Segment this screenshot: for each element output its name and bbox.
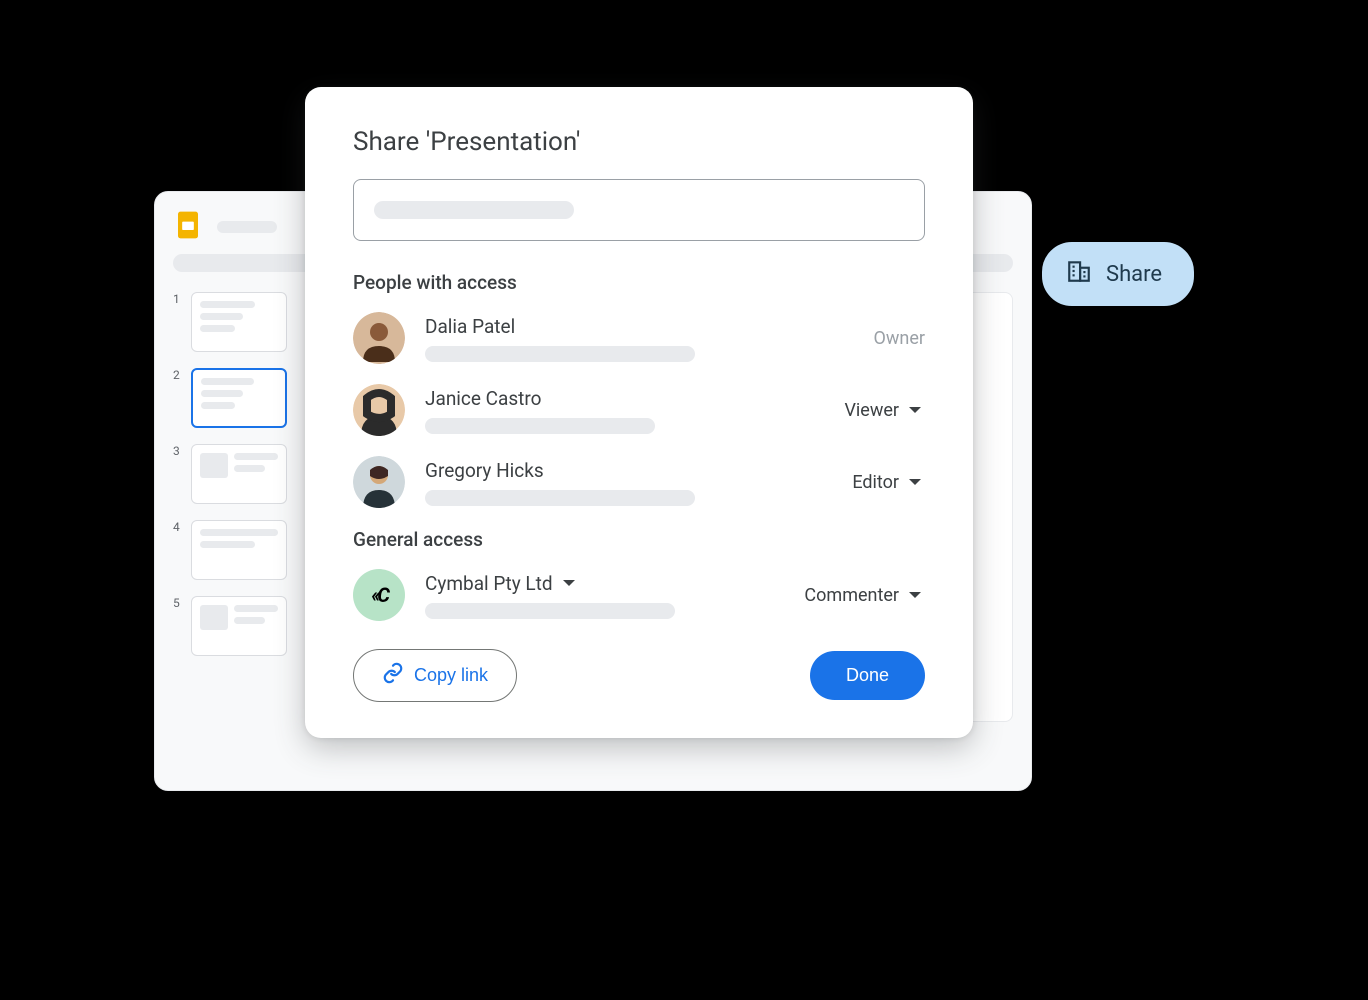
chevron-down-icon [909, 592, 921, 598]
chevron-down-icon [909, 407, 921, 413]
avatar [353, 456, 405, 508]
link-icon [382, 662, 404, 689]
role-dropdown[interactable]: Editor [848, 466, 925, 499]
person-row: Gregory Hicks Editor [353, 456, 925, 508]
org-desc-placeholder [425, 603, 675, 619]
slide-thumbnail[interactable]: 2 [173, 368, 287, 428]
person-row: Janice Castro Viewer [353, 384, 925, 436]
org-scope-dropdown[interactable]: Cymbal Pty Ltd [425, 572, 780, 595]
people-with-access-heading: People with access [353, 271, 925, 294]
share-button-chip[interactable]: Share [1042, 242, 1194, 306]
add-people-input[interactable] [353, 179, 925, 241]
dialog-title: Share 'Presentation' [353, 127, 925, 157]
person-name: Gregory Hicks [425, 459, 828, 482]
org-avatar: ‹‹C [353, 569, 405, 621]
person-name: Janice Castro [425, 387, 820, 410]
avatar [353, 384, 405, 436]
chevron-down-icon [563, 580, 575, 586]
slide-thumbnails: 1 2 3 4 5 [173, 292, 287, 722]
role-dropdown[interactable]: Commenter [800, 579, 925, 612]
person-email-placeholder [425, 418, 655, 434]
general-access-heading: General access [353, 528, 925, 551]
slide-thumbnail[interactable]: 4 [173, 520, 287, 580]
slide-thumbnail[interactable]: 3 [173, 444, 287, 504]
person-row: Dalia Patel Owner [353, 312, 925, 364]
role-dropdown[interactable]: Viewer [840, 394, 925, 427]
input-placeholder [374, 201, 574, 219]
slides-logo-icon [173, 210, 203, 244]
slide-thumbnail[interactable]: 1 [173, 292, 287, 352]
chevron-down-icon [909, 479, 921, 485]
copy-link-button[interactable]: Copy link [353, 649, 517, 702]
building-icon [1066, 258, 1092, 290]
done-button[interactable]: Done [810, 651, 925, 700]
share-dialog: Share 'Presentation' People with access … [305, 87, 973, 738]
general-access-row: ‹‹C Cymbal Pty Ltd Commenter [353, 569, 925, 621]
person-name: Dalia Patel [425, 315, 854, 338]
slide-thumbnail[interactable]: 5 [173, 596, 287, 656]
avatar [353, 312, 405, 364]
person-email-placeholder [425, 490, 695, 506]
person-email-placeholder [425, 346, 695, 362]
doc-title-placeholder [217, 221, 277, 233]
role-label-owner: Owner [874, 328, 926, 349]
